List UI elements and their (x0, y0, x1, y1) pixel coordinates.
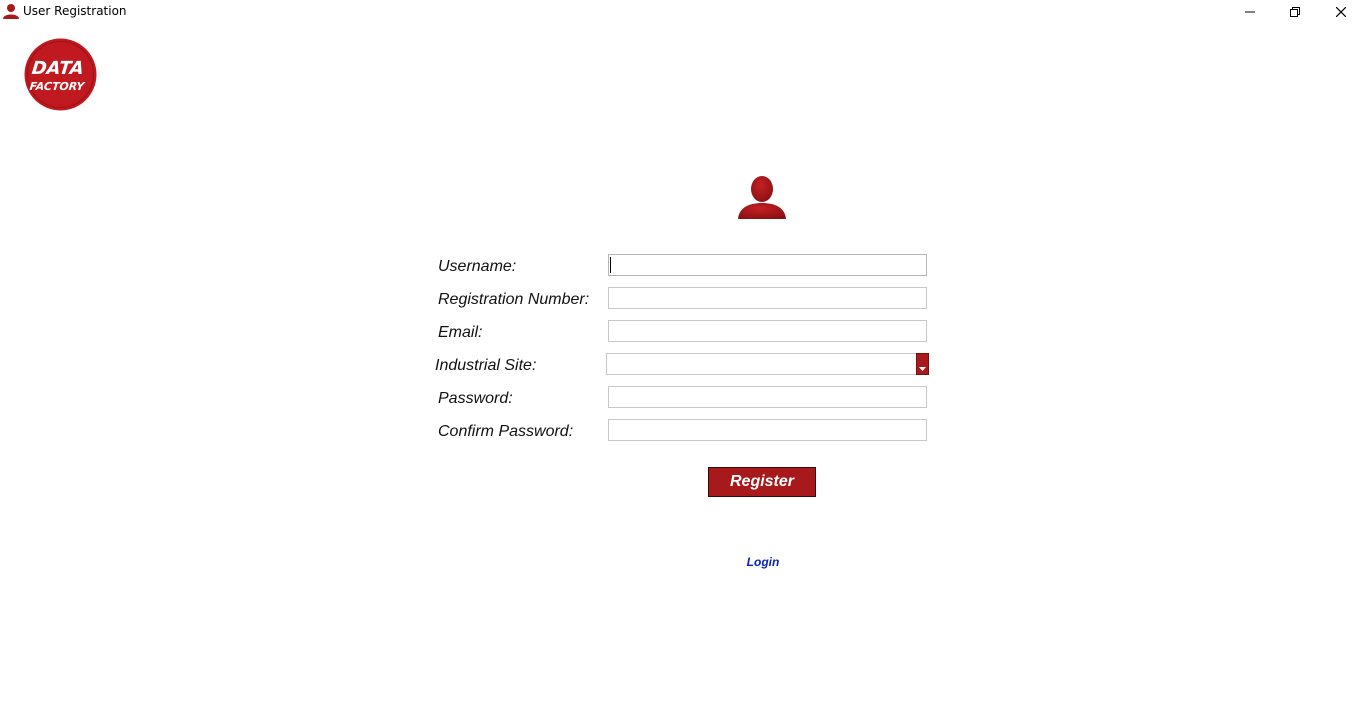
registration-number-label: Registration Number: (438, 291, 590, 308)
user-icon (2, 3, 20, 19)
email-label: Email: (438, 324, 483, 341)
restore-button[interactable] (1272, 0, 1318, 24)
user-icon (736, 175, 788, 221)
text-caret (610, 257, 611, 273)
close-button[interactable] (1318, 0, 1364, 24)
industrial-site-select[interactable] (606, 353, 929, 375)
window-title: User Registration (23, 4, 127, 18)
username-field[interactable] (608, 254, 927, 276)
minimize-button[interactable] (1227, 0, 1273, 24)
title-bar: User Registration (0, 0, 1366, 24)
restore-icon (1290, 7, 1300, 17)
password-label: Password: (438, 390, 513, 407)
confirm-password-field[interactable] (608, 419, 927, 441)
username-label: Username: (438, 258, 517, 275)
data-factory-logo: DATA FACTORY (24, 38, 97, 111)
close-icon (1336, 7, 1346, 17)
minimize-icon (1245, 7, 1255, 17)
login-link[interactable]: Login (730, 555, 796, 569)
industrial-site-label: Industrial Site: (435, 357, 537, 374)
svg-text:DATA: DATA (31, 58, 85, 79)
password-field[interactable] (608, 386, 927, 408)
email-field[interactable] (608, 320, 927, 342)
registration-number-field[interactable] (608, 287, 927, 309)
svg-text:FACTORY: FACTORY (29, 80, 86, 93)
register-button[interactable]: Register (708, 467, 816, 497)
confirm-password-label: Confirm Password: (438, 423, 574, 440)
chevron-down-icon[interactable] (916, 353, 929, 375)
